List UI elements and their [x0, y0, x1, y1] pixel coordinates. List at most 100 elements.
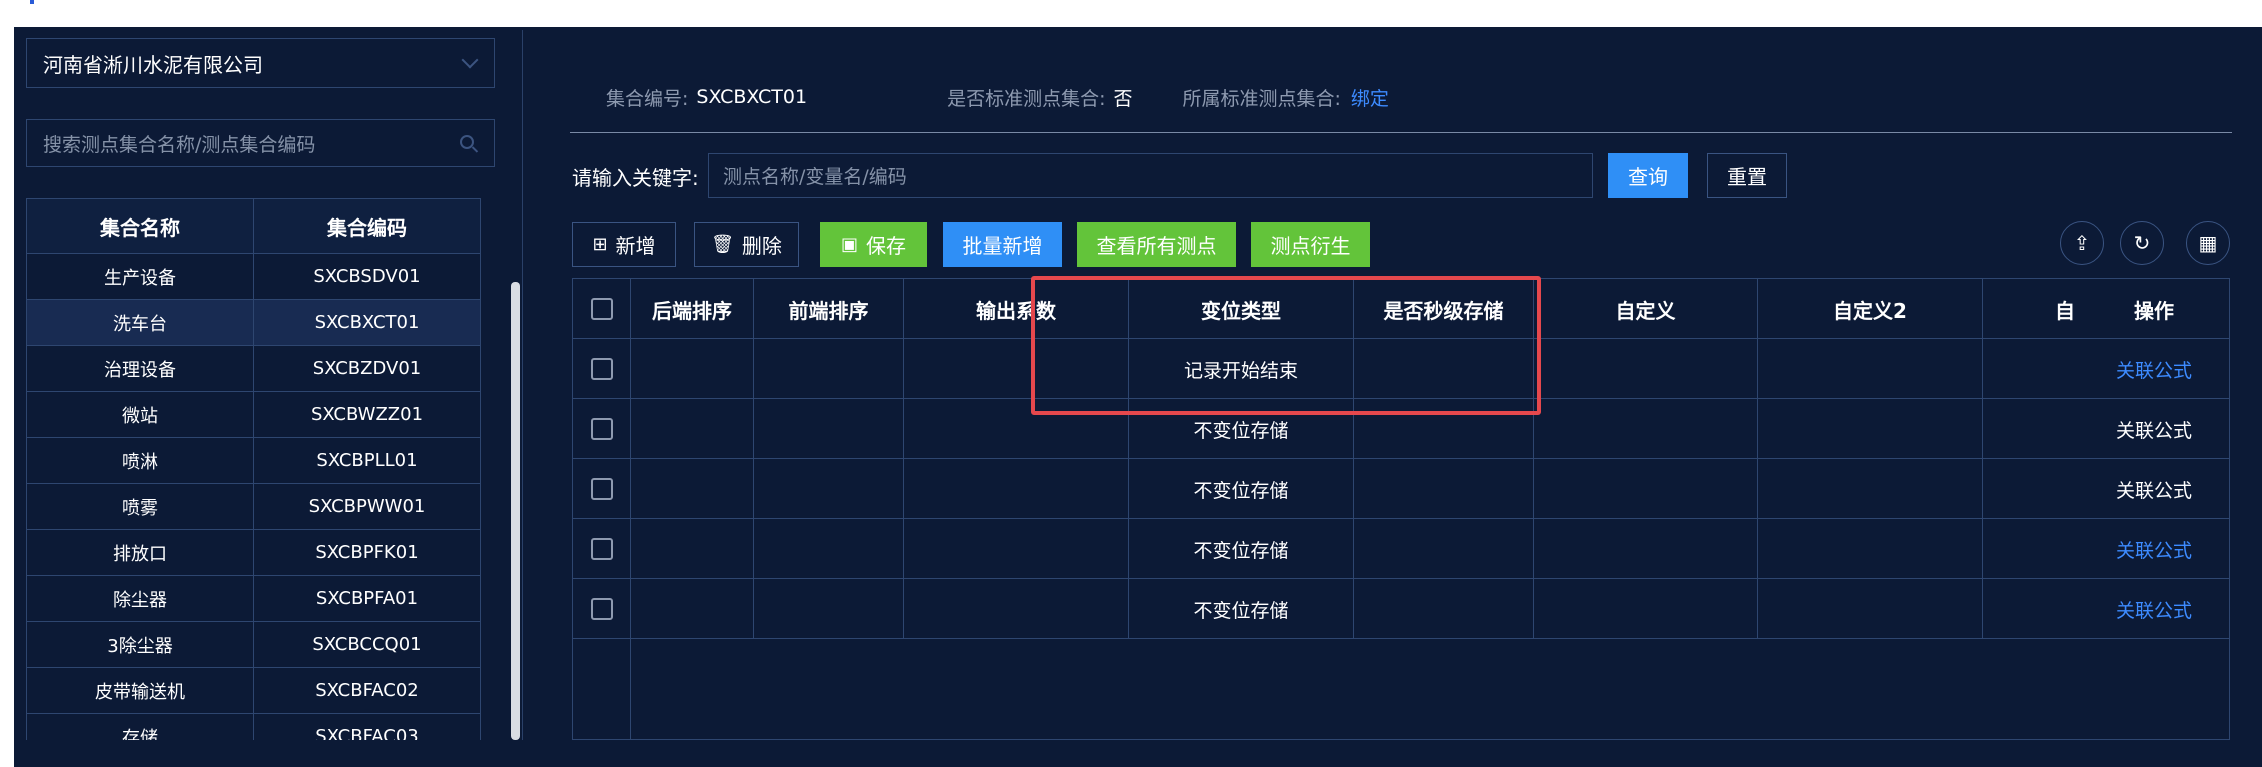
cell	[754, 339, 904, 399]
cell	[1534, 399, 1758, 459]
cell	[631, 579, 754, 639]
col-custom[interactable]: 自定义	[1534, 279, 1758, 339]
cell	[631, 399, 754, 459]
list-item[interactable]: 喷雾 SXCBPWW01	[26, 484, 481, 530]
grid-columns-icon[interactable]: ▦	[2186, 221, 2230, 265]
table-row: 不变位存储 关联公式	[573, 459, 2229, 519]
table-row: 不变位存储 关联公式	[573, 519, 2229, 579]
list-item[interactable]: 喷淋 SXCBPLL01	[26, 438, 481, 484]
view-all-points-button[interactable]: 查看所有测点	[1077, 222, 1236, 267]
add-button[interactable]: ⊞ 新增	[572, 222, 676, 267]
list-item-name: 洗车台	[27, 300, 254, 345]
cell	[754, 459, 904, 519]
cell	[631, 459, 754, 519]
keyword-input[interactable]: 测点名称/变量名/编码	[708, 153, 1593, 198]
set-search-placeholder: 搜索测点集合名称/测点集合编码	[43, 133, 316, 156]
col-actions: 操作	[2134, 298, 2174, 323]
col-custom2[interactable]: 自定义2	[1758, 279, 1983, 339]
cell	[1758, 579, 1983, 639]
list-item-code: SXCBPFK01	[315, 542, 419, 563]
cell	[631, 339, 754, 399]
save-icon: ▣	[840, 234, 858, 255]
row-checkbox[interactable]	[590, 478, 613, 500]
list-item-name: 3除尘器	[27, 622, 254, 667]
derive-points-button[interactable]: 测点衍生	[1251, 222, 1370, 267]
col-change-type[interactable]: 变位类型	[1129, 279, 1354, 339]
cell	[1534, 579, 1758, 639]
col-output-coef[interactable]: 输出系数	[904, 279, 1129, 339]
list-item[interactable]: 微站 SXCBWZZ01	[26, 392, 481, 438]
list-item-name: 存储	[27, 714, 254, 740]
select-all-checkbox[interactable]	[590, 298, 613, 320]
cell	[1534, 519, 1758, 579]
change-type-cell: 不变位存储	[1129, 519, 1354, 579]
browser-top-strip	[0, 0, 2262, 27]
delete-button[interactable]: 🗑 删除	[694, 222, 799, 267]
set-list: 生产设备 SXCBSDV01 洗车台 SXCBXCT01 治理设备 SXCBZDV01…	[26, 254, 481, 740]
search-icon	[460, 135, 474, 149]
cell	[1983, 519, 2079, 579]
list-item[interactable]: 存储 SXCBFAC03	[26, 714, 481, 740]
save-button[interactable]: ▣ 保存	[820, 222, 927, 267]
cell	[904, 459, 1129, 519]
link-formula-link[interactable]: 关联公式	[2079, 339, 2229, 399]
plus-square-icon: ⊞	[592, 234, 608, 255]
query-button[interactable]: 查询	[1608, 153, 1688, 198]
checkbox-column-filler	[573, 639, 631, 739]
list-item-name: 治理设备	[27, 346, 254, 391]
delete-button-label: 删除	[741, 234, 782, 258]
table-row: 不变位存储 关联公式	[573, 579, 2229, 639]
col-header-set-name: 集合名称	[27, 199, 254, 253]
col-second-storage[interactable]: 是否秒级存储	[1354, 279, 1534, 339]
cell	[1534, 339, 1758, 399]
cell	[904, 399, 1129, 459]
company-select[interactable]: 河南省淅川水泥有限公司	[26, 38, 495, 88]
link-formula-link[interactable]: 关联公式	[2079, 519, 2229, 579]
list-item[interactable]: 3除尘器 SXCBCCQ01	[26, 622, 481, 668]
list-item-name: 喷淋	[27, 438, 254, 483]
list-item[interactable]: 生产设备 SXCBSDV01	[26, 254, 481, 300]
batch-add-button[interactable]: 批量新增	[943, 222, 1062, 267]
list-item[interactable]: 排放口 SXCBPFK01	[26, 530, 481, 576]
cell	[1758, 519, 1983, 579]
link-formula-link[interactable]: 关联公式	[2079, 579, 2229, 639]
is-standard-label: 是否标准测点集合:	[947, 87, 1106, 110]
row-checkbox[interactable]	[590, 538, 613, 560]
upload-icon[interactable]: ⇪	[2060, 221, 2104, 265]
keyword-label: 请输入关键字:	[572, 166, 699, 190]
list-item[interactable]: 皮带输送机 SXCBFAC02	[26, 668, 481, 714]
list-item-selected[interactable]: 洗车台 SXCBXCT01	[26, 300, 481, 346]
col-backend-order[interactable]: 后端排序	[631, 279, 754, 339]
cell	[1983, 399, 2079, 459]
cell	[1354, 459, 1534, 519]
list-item[interactable]: 除尘器 SXCBPFA01	[26, 576, 481, 622]
link-formula-link[interactable]: 关联公式	[2079, 459, 2229, 519]
list-item[interactable]: 治理设备 SXCBZDV01	[26, 346, 481, 392]
cell	[1354, 519, 1534, 579]
set-list-header: 集合名称 集合编码	[26, 198, 481, 254]
set-search-input[interactable]: 搜索测点集合名称/测点集合编码	[26, 119, 495, 167]
points-table: 后端排序 前端排序 输出系数 变位类型 是否秒级存储 自定义 自定义2 自 操作…	[572, 278, 2230, 740]
top-dot	[30, 0, 34, 4]
list-item-code: SXCBPWW01	[308, 496, 426, 517]
refresh-icon[interactable]: ↻	[2120, 221, 2164, 265]
row-checkbox[interactable]	[590, 418, 613, 440]
col-custom-truncated[interactable]: 自	[1983, 279, 2079, 339]
cell	[1983, 579, 2079, 639]
cell	[754, 399, 904, 459]
list-item-name: 皮带输送机	[27, 668, 254, 713]
table-row: 不变位存储 关联公式	[573, 399, 2229, 459]
list-item-name: 除尘器	[27, 576, 254, 621]
col-frontend-order[interactable]: 前端排序	[754, 279, 904, 339]
row-checkbox[interactable]	[590, 598, 613, 620]
list-item-name: 排放口	[27, 530, 254, 575]
cell	[1758, 339, 1983, 399]
bind-link[interactable]: 绑定	[1351, 84, 1389, 111]
reset-button[interactable]: 重置	[1707, 153, 1787, 198]
header-checkbox-cell	[573, 279, 631, 339]
list-item-code: SXCBXCT01	[314, 312, 420, 333]
list-scrollbar[interactable]	[511, 282, 520, 740]
link-formula-link[interactable]: 关联公式	[2079, 399, 2229, 459]
list-item-code: SXCBPLL01	[316, 450, 418, 471]
row-checkbox[interactable]	[590, 358, 613, 380]
